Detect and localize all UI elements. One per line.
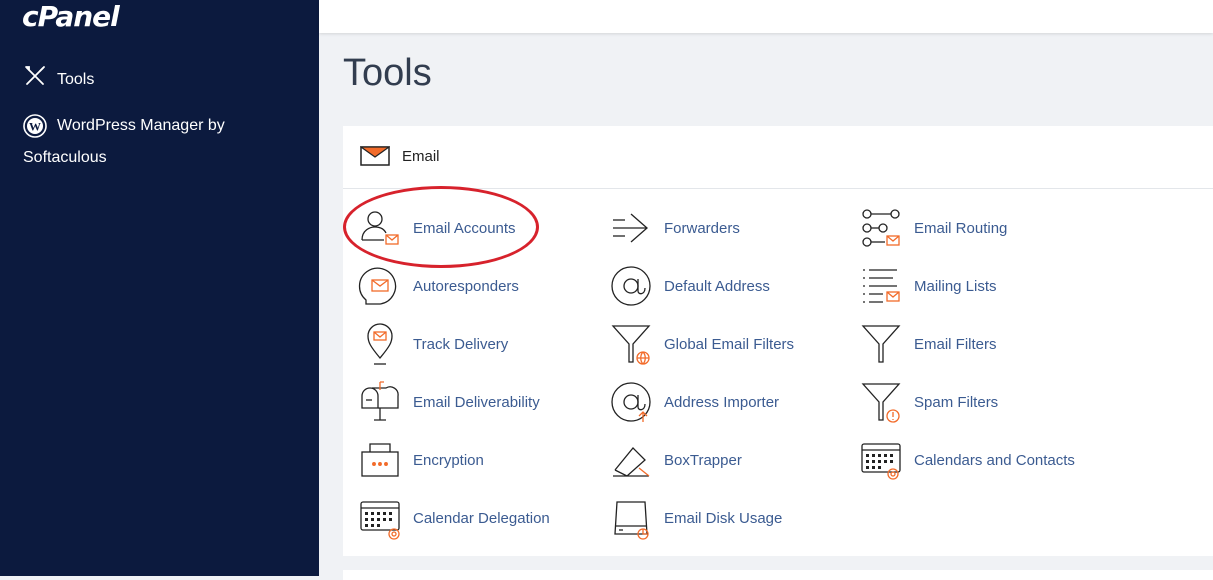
- tool-default-address[interactable]: Default Address: [609, 264, 770, 308]
- email-accounts-icon: [361, 211, 399, 245]
- tool-label: Email Filters: [914, 335, 997, 353]
- tool-label: Default Address: [664, 277, 770, 295]
- tool-encryption[interactable]: Encryption: [358, 438, 484, 482]
- address-importer-icon: [611, 382, 651, 422]
- next-panel: [343, 570, 1213, 580]
- envelope-icon: [360, 146, 390, 166]
- email-panel-header[interactable]: Email: [343, 126, 1213, 189]
- mailing-lists-icon: [863, 269, 900, 303]
- tool-label: Calendars and Contacts: [914, 451, 1075, 469]
- tool-spam-filters[interactable]: Spam Filters: [859, 380, 998, 424]
- boxtrapper-icon: [613, 447, 650, 477]
- tool-autoresponders[interactable]: Autoresponders: [358, 264, 519, 308]
- wordpress-manager-label: WordPress Manager by Softaculous: [23, 117, 225, 166]
- tool-label: Encryption: [413, 451, 484, 469]
- email-routing-icon: [862, 209, 900, 247]
- tool-email-accounts[interactable]: Email Accounts: [358, 206, 516, 250]
- tool-calendars-contacts[interactable]: Calendars and Contacts: [859, 438, 1075, 482]
- tools-icon: [25, 66, 45, 85]
- tool-email-filters[interactable]: Email Filters: [859, 322, 997, 366]
- svg-text:W: W: [29, 120, 41, 134]
- track-delivery-icon: [367, 323, 393, 365]
- email-filters-icon: [861, 325, 901, 363]
- sidebar: cPanel Tools W WordPress Manager by Soft…: [0, 0, 319, 576]
- wordpress-icon: W: [23, 114, 47, 138]
- tool-email-disk-usage[interactable]: Email Disk Usage: [609, 496, 782, 540]
- sidebar-item-label: Tools: [57, 71, 95, 88]
- tool-calendar-delegation[interactable]: Calendar Delegation: [358, 496, 550, 540]
- tool-label: Spam Filters: [914, 393, 999, 411]
- autoresponders-icon: [358, 267, 397, 305]
- tool-label: Email Deliverability: [413, 393, 540, 411]
- tool-label: Email Accounts: [413, 219, 516, 237]
- tool-label: Forwarders: [664, 219, 740, 237]
- email-deliverability-icon: [361, 381, 399, 421]
- tool-label: Address Importer: [664, 393, 780, 411]
- spam-filters-icon: [861, 383, 901, 423]
- page-title: Tools: [343, 52, 432, 94]
- tool-label: Autoresponders: [413, 277, 519, 295]
- sidebar-item-label: W WordPress Manager by Softaculous: [23, 110, 253, 174]
- tool-mailing-lists[interactable]: Mailing Lists: [859, 264, 997, 308]
- cpanel-logo[interactable]: cPanel: [22, 0, 120, 34]
- tool-boxtrapper[interactable]: BoxTrapper: [609, 438, 742, 482]
- default-address-icon: [611, 266, 651, 306]
- tool-email-deliverability[interactable]: Email Deliverability: [358, 380, 540, 424]
- tool-global-email-filters[interactable]: Global Email Filters: [609, 322, 794, 366]
- tool-label: Global Email Filters: [664, 335, 795, 353]
- tool-label: Track Delivery: [413, 335, 509, 353]
- email-section-title: Email: [402, 148, 440, 165]
- top-bar: [319, 0, 1213, 33]
- sidebar-item-wordpress-manager[interactable]: W WordPress Manager by Softaculous: [23, 110, 253, 174]
- tool-label: Email Disk Usage: [664, 509, 783, 527]
- tool-label: BoxTrapper: [664, 451, 742, 469]
- tool-forwarders[interactable]: Forwarders: [609, 206, 740, 250]
- forwarders-icon: [613, 213, 648, 243]
- tool-label: Calendar Delegation: [413, 509, 550, 527]
- tool-track-delivery[interactable]: Track Delivery: [358, 322, 508, 366]
- encryption-icon: [361, 443, 399, 477]
- tool-address-importer[interactable]: Address Importer: [609, 380, 779, 424]
- tool-label: Email Routing: [914, 219, 1008, 237]
- sidebar-item-tools[interactable]: Tools: [23, 64, 94, 96]
- calendar-delegation-icon: [360, 501, 400, 540]
- email-disk-usage-icon: [614, 501, 649, 540]
- tool-label: Mailing Lists: [914, 277, 997, 295]
- calendars-contacts-icon: [861, 443, 901, 480]
- tool-email-routing[interactable]: Email Routing: [859, 206, 1007, 250]
- global-email-filters-icon: [611, 325, 651, 365]
